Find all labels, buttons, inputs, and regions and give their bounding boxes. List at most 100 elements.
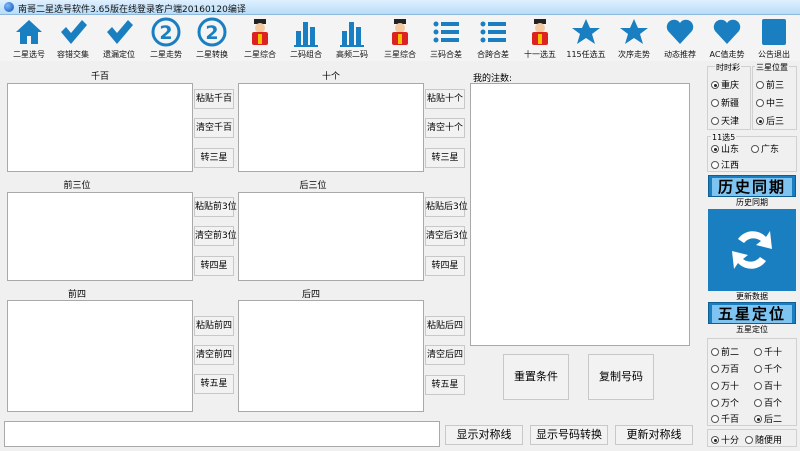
toolbar-button-15[interactable]: 动态推荐 bbox=[658, 15, 702, 61]
paste-qiansan-button[interactable]: 粘贴前3位 bbox=[194, 197, 237, 217]
radio-option[interactable]: 千个 bbox=[754, 362, 782, 375]
toolbar-button-4[interactable]: 2 二星走势 bbox=[144, 15, 188, 61]
radio-option[interactable]: 前二 bbox=[711, 345, 739, 358]
clear-shige-button[interactable]: 清空十个 bbox=[425, 118, 465, 138]
convert-qianbai-button[interactable]: 转三星 bbox=[194, 148, 234, 168]
radio-option[interactable]: 前三 bbox=[756, 78, 784, 91]
paste-qianbai-button[interactable]: 粘贴千百 bbox=[194, 89, 234, 109]
radio-label: 百十 bbox=[764, 382, 783, 392]
clear-qianbai-button[interactable]: 清空千百 bbox=[194, 118, 234, 138]
radio-dot-icon bbox=[711, 399, 719, 407]
radio-label: 中三 bbox=[766, 99, 785, 109]
radio-dot-icon bbox=[711, 161, 719, 169]
history-banner-text: 历史同期 bbox=[712, 178, 792, 196]
lottery-region-caption: 时时彩 bbox=[715, 62, 741, 73]
convert-shige-button[interactable]: 转三星 bbox=[425, 148, 465, 168]
toolbar: 二星选号 容错交集 遗漏定位 2 二星走势 2 二星转换 二星综合 二码组合 高频二码 三星综合 三码… bbox=[0, 15, 800, 61]
toolbar-button-13[interactable]: 115任选五 bbox=[564, 15, 608, 61]
housi-textarea[interactable] bbox=[238, 300, 424, 412]
radio-option[interactable]: 山东 bbox=[711, 142, 739, 155]
radio-option[interactable]: 十分 bbox=[711, 433, 739, 446]
paste-shige-button[interactable]: 粘贴十个 bbox=[425, 89, 465, 109]
radio-option[interactable]: 万个 bbox=[711, 396, 739, 409]
paste-housan-button[interactable]: 粘贴后3位 bbox=[425, 197, 468, 217]
toolbar-button-5[interactable]: 2 二星转换 bbox=[190, 15, 234, 61]
clear-housan-button[interactable]: 清空后3位 bbox=[425, 226, 468, 246]
toolbar-button-17[interactable]: 公告退出 bbox=[752, 15, 796, 61]
update-symmetric-button[interactable]: 更新对称线 bbox=[615, 425, 693, 445]
radio-label: 新疆 bbox=[721, 99, 740, 109]
radio-option[interactable]: 重庆 bbox=[711, 78, 739, 91]
show-symmetric-button[interactable]: 显示对称线 bbox=[445, 425, 523, 445]
toolbar-button-14[interactable]: 次序走势 bbox=[612, 15, 656, 61]
history-banner[interactable]: 历史同期 bbox=[708, 175, 796, 197]
radio-dot-icon bbox=[754, 415, 762, 423]
toolbar-button-10[interactable]: 三码合差 bbox=[424, 15, 468, 61]
radio-option[interactable]: 后三 bbox=[756, 114, 784, 127]
convert-housi-button[interactable]: 转五星 bbox=[425, 375, 465, 395]
radio-option[interactable]: 后二 bbox=[754, 412, 782, 425]
reset-conditions-button[interactable]: 重置条件 bbox=[503, 354, 569, 400]
toolbar-button-11[interactable]: 合跨合差 bbox=[471, 15, 515, 61]
caption-qianbai: 千百 bbox=[90, 72, 109, 82]
my-bet-textarea[interactable] bbox=[470, 83, 690, 346]
radio-option[interactable]: 随便用 bbox=[745, 433, 782, 446]
copy-numbers-button[interactable]: 复制号码 bbox=[588, 354, 654, 400]
caption-qiansi: 前四 bbox=[67, 290, 86, 300]
radio-label: 前三 bbox=[766, 81, 785, 91]
five-star-banner-text: 五星定位 bbox=[712, 305, 792, 323]
toolbar-button-2[interactable]: 容错交集 bbox=[51, 15, 95, 61]
radio-dot-icon bbox=[711, 81, 719, 89]
toolbar-button-12[interactable]: 十一选五 bbox=[518, 15, 562, 61]
radio-dot-icon bbox=[711, 99, 719, 107]
caption-housi: 后四 bbox=[301, 290, 320, 300]
radio-option[interactable]: 万百 bbox=[711, 362, 739, 375]
bottom-input-field[interactable] bbox=[4, 421, 440, 447]
toolbar-button-9[interactable]: 三星综合 bbox=[378, 15, 422, 61]
toolbar-button-3[interactable]: 遗漏定位 bbox=[97, 15, 141, 61]
radio-option[interactable]: 百十 bbox=[754, 379, 782, 392]
five-star-banner[interactable]: 五星定位 bbox=[708, 302, 796, 324]
radio-option[interactable]: 中三 bbox=[756, 96, 784, 109]
radio-option[interactable]: 江西 bbox=[711, 158, 739, 171]
qianbai-textarea[interactable] bbox=[7, 83, 193, 172]
radio-option[interactable]: 万十 bbox=[711, 379, 739, 392]
show-convert-button[interactable]: 显示号码转换 bbox=[530, 425, 608, 445]
toolbar-button-6[interactable]: 二星综合 bbox=[238, 15, 282, 61]
radio-option[interactable]: 百个 bbox=[754, 396, 782, 409]
housan-textarea[interactable] bbox=[238, 192, 424, 281]
convert-qiansi-button[interactable]: 转五星 bbox=[194, 374, 234, 394]
toolbar-button-16[interactable]: AC值走势 bbox=[705, 15, 749, 61]
radio-dot-icon bbox=[754, 382, 762, 390]
radio-option[interactable]: 新疆 bbox=[711, 96, 739, 109]
paste-housi-button[interactable]: 粘贴后四 bbox=[425, 316, 465, 336]
check-icon bbox=[61, 20, 87, 44]
toolbar-button-8[interactable]: 高频二码 bbox=[330, 15, 374, 61]
radio-option[interactable]: 广东 bbox=[751, 142, 779, 155]
radio-option[interactable]: 天津 bbox=[711, 114, 739, 127]
qiansan-textarea[interactable] bbox=[7, 192, 193, 281]
clear-qiansan-button[interactable]: 清空前3位 bbox=[194, 226, 237, 246]
radio-dot-icon bbox=[756, 99, 764, 107]
shige-textarea[interactable] bbox=[238, 83, 424, 172]
radio-dot-icon bbox=[711, 365, 719, 373]
svg-text:2: 2 bbox=[205, 22, 218, 44]
clear-housi-button[interactable]: 清空后四 bbox=[425, 345, 465, 365]
radio-dot-icon bbox=[756, 81, 764, 89]
three-star-position-caption: 三星位置 bbox=[755, 62, 789, 73]
list-icon bbox=[480, 21, 506, 43]
toolbar-button-7[interactable]: 二码组合 bbox=[284, 15, 328, 61]
clear-qiansi-button[interactable]: 清空前四 bbox=[194, 345, 234, 365]
convert-housan-button[interactable]: 转四星 bbox=[425, 256, 465, 276]
radio-dot-icon bbox=[756, 117, 764, 125]
radio-dot-icon bbox=[711, 348, 719, 356]
convert-qiansan-button[interactable]: 转四星 bbox=[194, 256, 234, 276]
home-icon bbox=[16, 20, 42, 44]
radio-dot-icon bbox=[711, 436, 719, 444]
radio-option[interactable]: 千百 bbox=[711, 412, 739, 425]
update-data-button[interactable] bbox=[708, 209, 796, 291]
radio-option[interactable]: 千十 bbox=[754, 345, 782, 358]
radio-label: 万个 bbox=[721, 399, 740, 409]
paste-qiansi-button[interactable]: 粘贴前四 bbox=[194, 316, 234, 336]
qiansi-textarea[interactable] bbox=[7, 300, 193, 412]
